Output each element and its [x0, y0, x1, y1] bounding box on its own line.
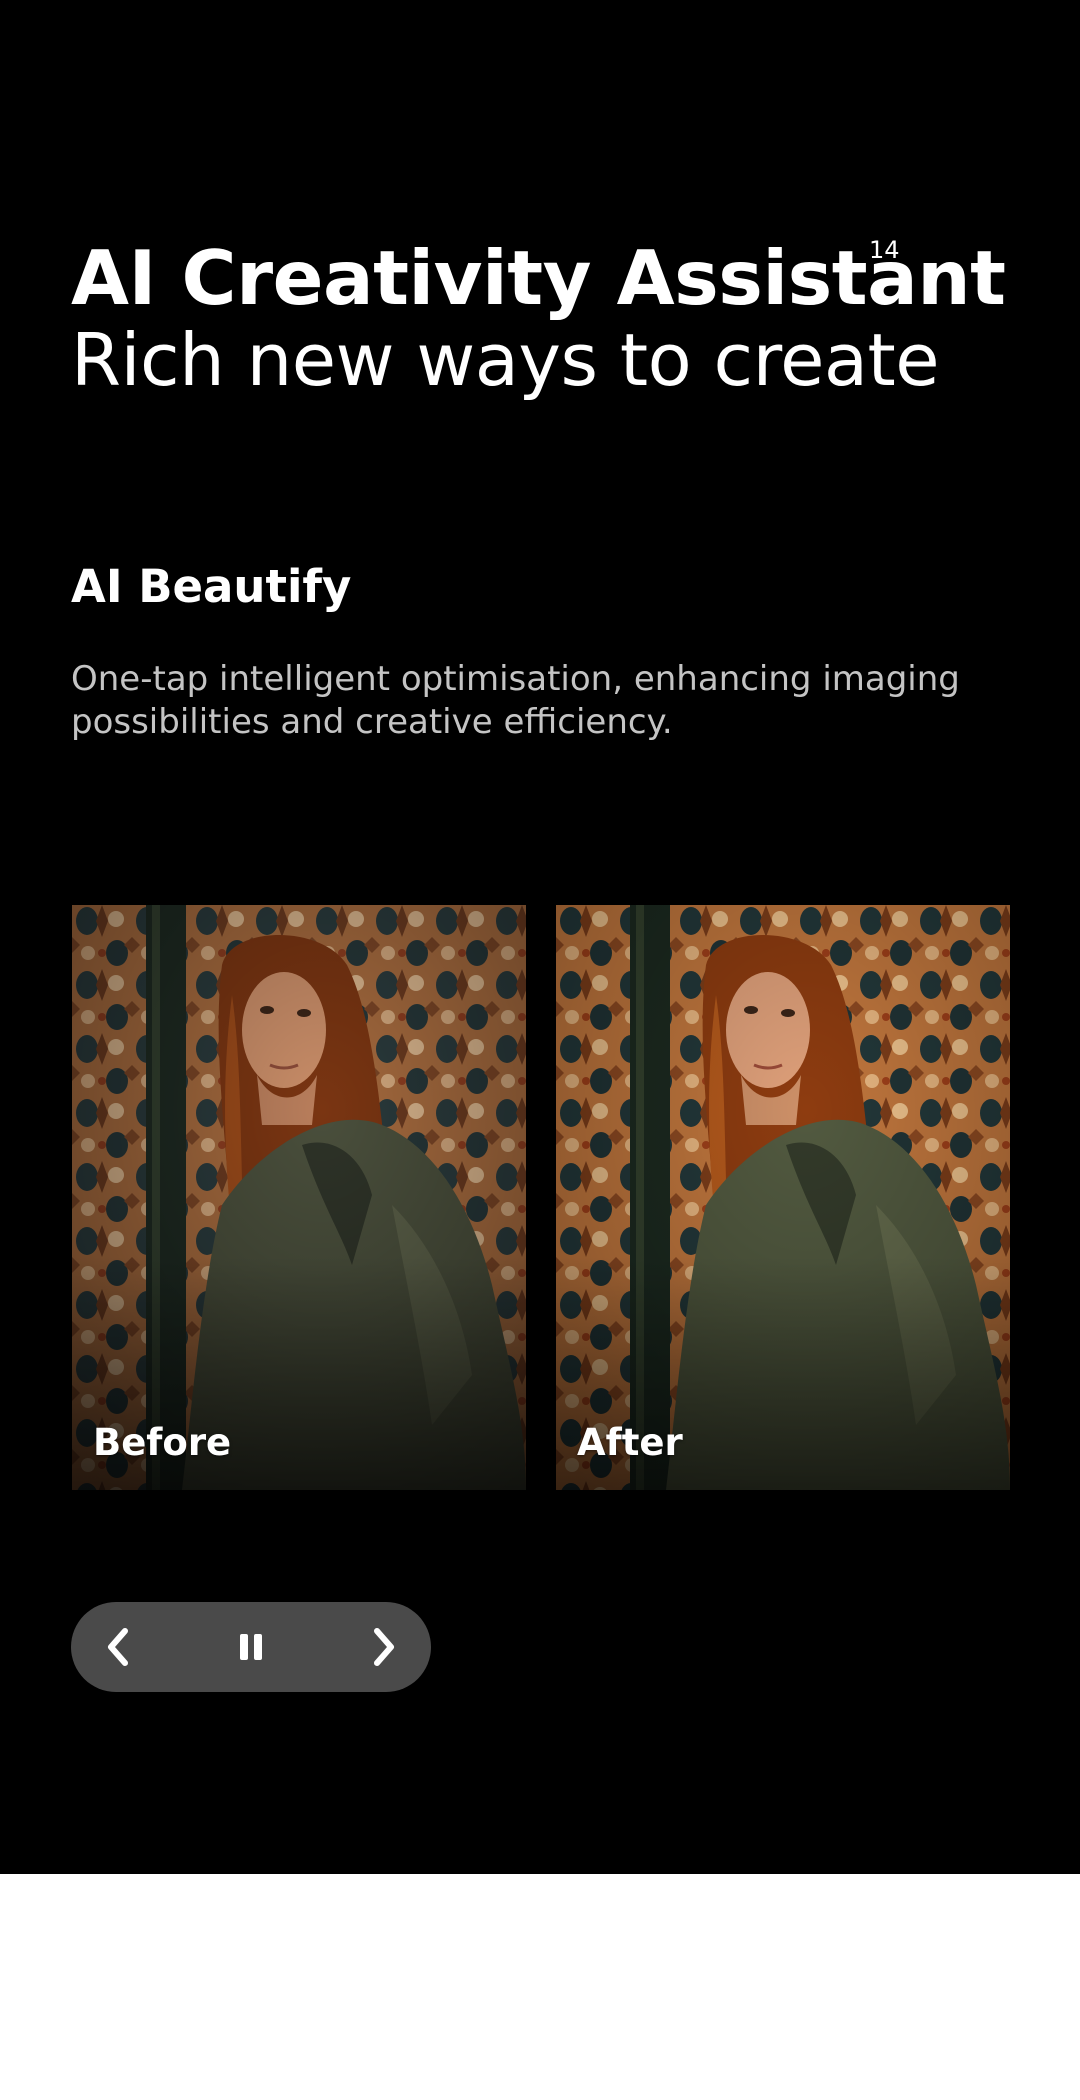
- before-label: Before: [93, 1421, 232, 1464]
- headline: AI Creativity Assistant 14 Rich new ways…: [71, 236, 1011, 402]
- headline-title: AI Creativity Assistant: [71, 234, 1006, 322]
- after-photo: After: [556, 905, 1010, 1490]
- chevron-left-icon: [108, 1628, 128, 1666]
- carousel-controls: [71, 1602, 431, 1692]
- pause-button[interactable]: [206, 1602, 296, 1692]
- headline-subtitle: Rich new ways to create: [71, 318, 940, 402]
- chevron-right-icon: [374, 1628, 394, 1666]
- before-photo: Before: [72, 905, 526, 1490]
- portrait-before-image: [72, 905, 526, 1490]
- feature-description: One-tap intelligent optimisation, enhanc…: [71, 659, 960, 742]
- previous-button[interactable]: [73, 1602, 163, 1692]
- feature-title: AI Beautify: [71, 560, 352, 613]
- portrait-after-image: [556, 905, 1010, 1490]
- next-button[interactable]: [339, 1602, 429, 1692]
- after-label: After: [577, 1421, 683, 1464]
- footnote-marker[interactable]: 14: [869, 236, 900, 264]
- feature-section: AI Creativity Assistant 14 Rich new ways…: [0, 0, 1080, 1874]
- pause-icon: [240, 1634, 262, 1660]
